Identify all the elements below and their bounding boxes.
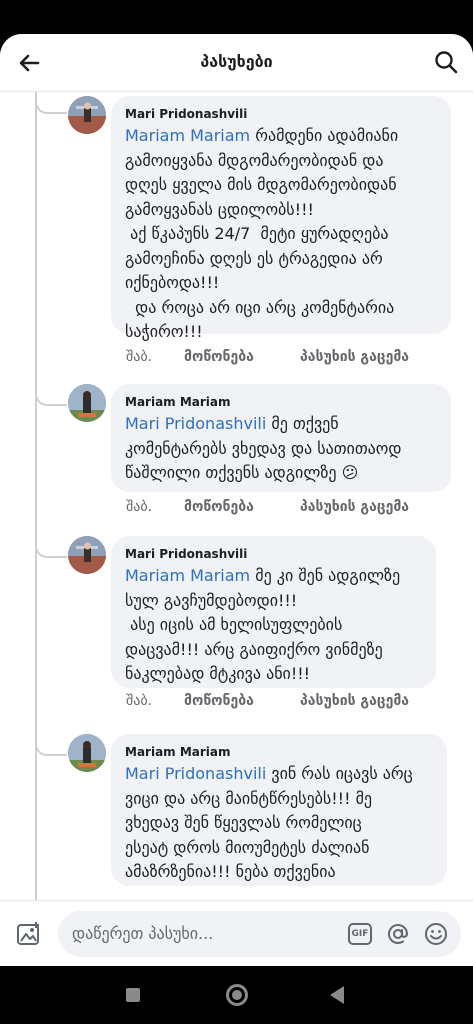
comment-time: შაბ. xyxy=(126,349,153,365)
avatar[interactable] xyxy=(68,96,106,134)
reply-button[interactable]: პასუხის გაცემა xyxy=(300,499,409,515)
avatar[interactable] xyxy=(68,536,106,574)
mention-link[interactable]: Mari Pridonashvili xyxy=(125,414,266,433)
photo-icon xyxy=(17,922,39,945)
search-icon xyxy=(435,51,458,74)
profile-photo xyxy=(68,734,106,772)
comment-actions: შაბ. მოწონება პასუხის გაცემა xyxy=(126,349,409,365)
thread-connector xyxy=(35,380,67,406)
home-button[interactable] xyxy=(226,984,248,1006)
avatar[interactable] xyxy=(68,734,106,772)
comment-actions: შაბ. მოწონება პასუხის გაცემა xyxy=(126,499,409,515)
comment-body: რამდენი ადამიანი გამოიყვანა მდგომარეობიდ… xyxy=(125,126,399,341)
mention-link[interactable]: Mariam Mariam xyxy=(125,126,250,145)
thread-connector xyxy=(35,92,67,114)
thread-connector xyxy=(35,730,67,756)
smiley-icon xyxy=(425,923,447,945)
comment-text: Mari Pridonashvili მე თქვენ კომენტარებს … xyxy=(125,412,437,486)
comment-bubble[interactable]: Mariam Mariam Mari Pridonashvili მე თქვე… xyxy=(111,384,451,492)
reply-input-placeholder: დაწერეთ პასუხი... xyxy=(72,924,214,943)
mention-link[interactable]: Mari Pridonashvili xyxy=(125,764,266,783)
reply-thread[interactable]: Mari Pridonashvili Mariam Mariam რამდენი… xyxy=(0,92,473,900)
search-button[interactable] xyxy=(431,47,461,77)
profile-photo xyxy=(68,536,106,574)
comment-time: შაბ. xyxy=(126,693,153,709)
system-back-button[interactable] xyxy=(330,986,344,1004)
thread-connector xyxy=(35,532,67,558)
profile-photo xyxy=(68,96,106,134)
comment-author[interactable]: Mari Pridonashvili xyxy=(125,106,437,122)
reply-button[interactable]: პასუხის გაცემა xyxy=(300,349,409,365)
add-photo-button[interactable] xyxy=(14,919,44,949)
comment-bubble[interactable]: Mari Pridonashvili Mariam Mariam რამდენი… xyxy=(111,96,451,341)
avatar[interactable] xyxy=(68,384,106,422)
comment-text: Mariam Mariam რამდენი ადამიანი გამოიყვან… xyxy=(125,124,437,345)
like-button[interactable]: მოწონება xyxy=(184,349,300,365)
replies-screen: პასუხები Mari Pridonashvili Mariam Maria… xyxy=(0,34,473,966)
page-title: პასუხები xyxy=(200,52,273,71)
emoji-button[interactable] xyxy=(424,922,448,946)
gif-button[interactable]: GIF xyxy=(348,923,372,945)
comment-author[interactable]: Mariam Mariam xyxy=(125,394,437,410)
comment-time: შაბ. xyxy=(126,499,153,515)
profile-photo xyxy=(68,384,106,422)
header: პასუხები xyxy=(0,34,473,92)
reply-composer: დაწერეთ პასუხი... GIF xyxy=(0,900,473,966)
at-sign-icon xyxy=(388,924,409,944)
comment-text: Mari Pridonashvili ვინ რას იცავს არც ვიც… xyxy=(125,762,433,885)
comment-author[interactable]: Mariam Mariam xyxy=(125,744,433,760)
comment-author[interactable]: Mari Pridonashvili xyxy=(125,546,422,562)
comment-bubble[interactable]: Mari Pridonashvili Mariam Mariam მე კი შ… xyxy=(111,536,436,688)
comment-actions: შაბ. მოწონება პასუხის გაცემა xyxy=(126,693,409,709)
thread-line xyxy=(35,92,37,900)
reply-input[interactable]: დაწერეთ პასუხი... GIF xyxy=(58,911,461,957)
like-button[interactable]: მოწონება xyxy=(184,499,300,515)
reply-button[interactable]: პასუხის გაცემა xyxy=(300,693,409,709)
like-button[interactable]: მოწონება xyxy=(184,693,300,709)
comment-bubble[interactable]: Mariam Mariam Mari Pridonashvili ვინ რას… xyxy=(111,734,447,886)
system-nav-bar xyxy=(0,966,473,1024)
mention-link[interactable]: Mariam Mariam xyxy=(125,566,250,585)
comment-text: Mariam Mariam მე კი შენ ადგილზე სულ გავჩ… xyxy=(125,564,422,687)
recents-button[interactable] xyxy=(126,988,140,1002)
mention-button[interactable] xyxy=(386,922,410,946)
